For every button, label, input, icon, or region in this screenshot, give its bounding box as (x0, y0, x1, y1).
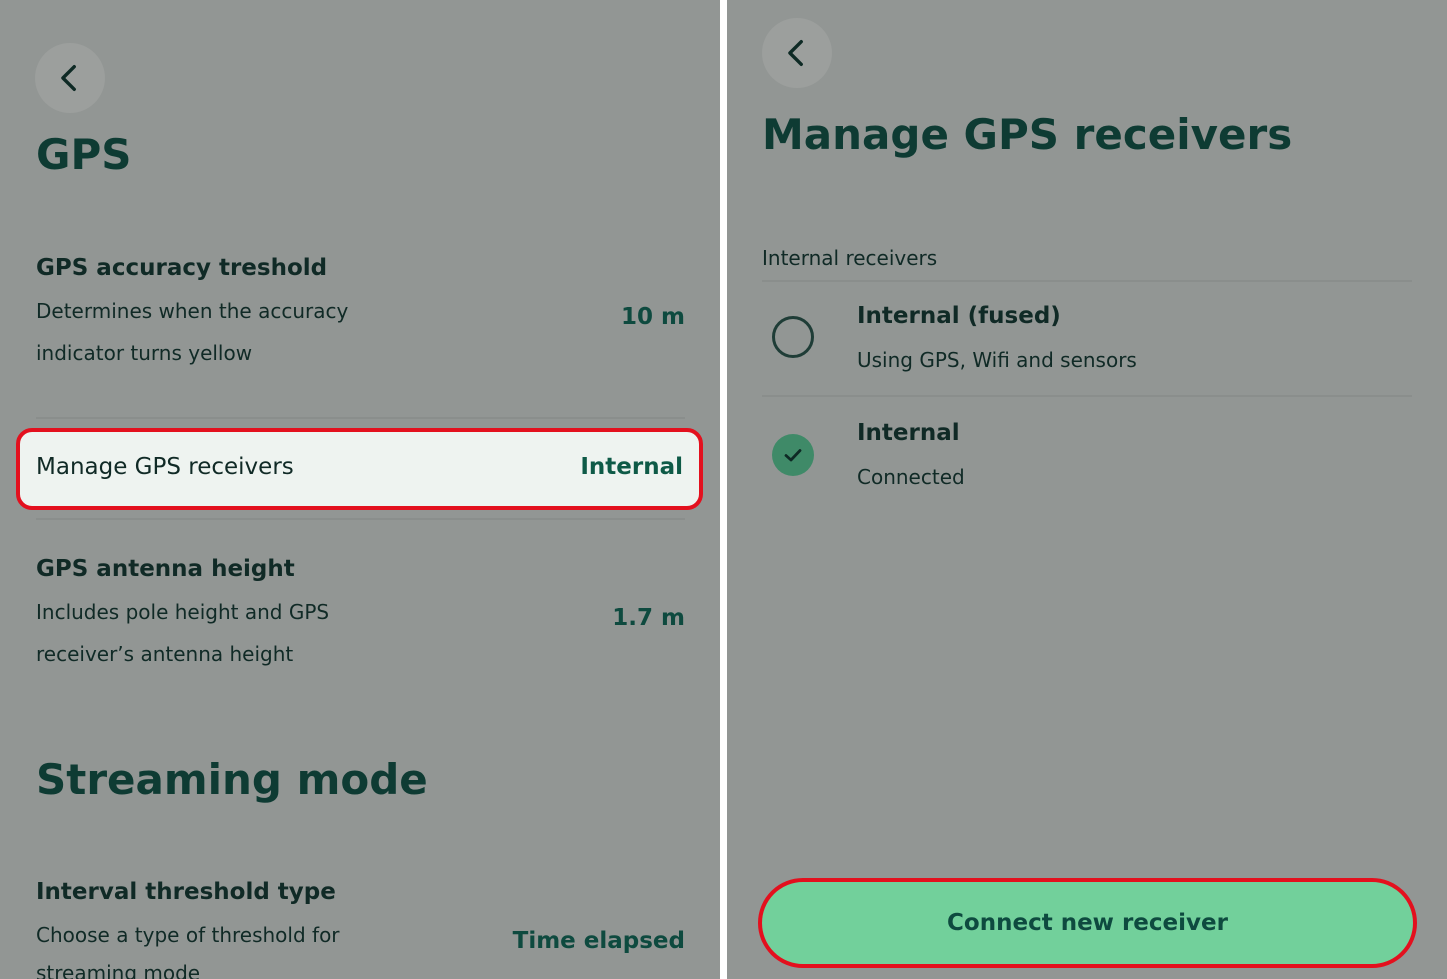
divider (762, 280, 1412, 282)
receiver-title: Internal (857, 420, 960, 446)
receiver-subtitle: Using GPS, Wifi and sensors (857, 348, 1137, 372)
setting-title: GPS antenna height (36, 556, 295, 582)
setting-manage-gps-receivers[interactable]: Manage GPS receivers Internal (16, 428, 703, 510)
gps-settings-screen: GPS GPS accuracy treshold Determines whe… (0, 0, 720, 979)
setting-value: 10 m (621, 304, 685, 330)
page-title: GPS (36, 130, 132, 179)
page-title: Manage GPS receivers (762, 110, 1293, 159)
divider (36, 417, 685, 419)
setting-description: streaming mode (36, 961, 201, 979)
back-button[interactable] (762, 18, 832, 88)
setting-description: Includes pole height and GPS (36, 600, 330, 624)
setting-description: indicator turns yellow (36, 341, 253, 365)
section-title: Streaming mode (36, 755, 428, 804)
group-label: Internal receivers (762, 246, 938, 270)
setting-description: Determines when the accuracy (36, 299, 349, 323)
receiver-title: Internal (fused) (857, 303, 1061, 329)
chevron-left-icon (61, 64, 76, 92)
manage-receivers-screen: Manage GPS receivers Internal receivers … (727, 0, 1447, 979)
setting-title: Interval threshold type (36, 879, 336, 905)
divider (36, 518, 685, 520)
setting-value: Time elapsed (512, 928, 685, 954)
connect-new-receiver-button[interactable]: Connect new receiver (758, 878, 1417, 968)
setting-title: GPS accuracy treshold (36, 255, 328, 281)
radio-button[interactable] (772, 316, 814, 358)
radio-button-checked[interactable] (772, 434, 814, 476)
setting-description: Choose a type of threshold for (36, 923, 340, 947)
setting-value: 1.7 m (612, 605, 685, 631)
setting-title: Manage GPS receivers (36, 454, 294, 480)
divider (762, 395, 1412, 397)
check-icon (784, 449, 802, 462)
chevron-left-icon (788, 39, 803, 67)
back-button[interactable] (35, 43, 105, 113)
setting-value: Internal (580, 454, 683, 480)
receiver-subtitle: Connected (857, 465, 965, 489)
setting-description: receiver’s antenna height (36, 642, 294, 666)
